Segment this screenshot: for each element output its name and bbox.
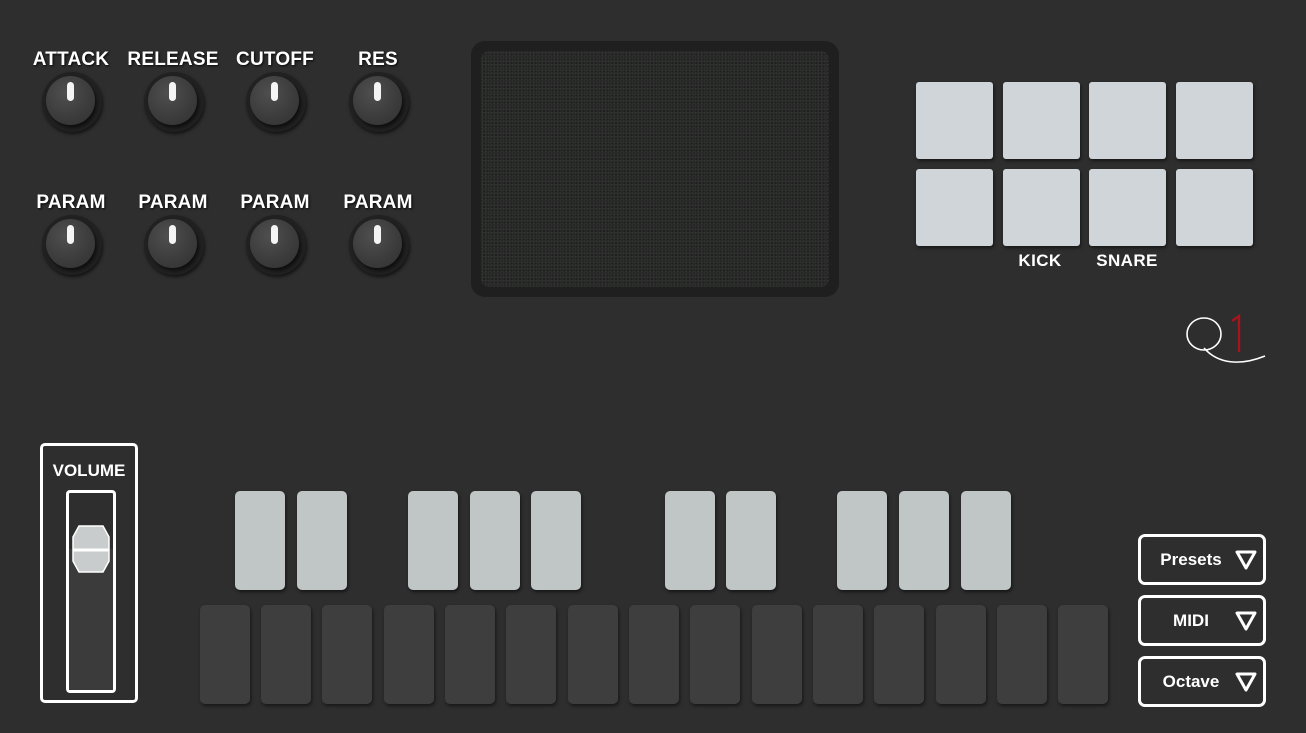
- pad-label-snare: SNARE: [1096, 251, 1158, 270]
- knob-label: PARAM: [36, 192, 106, 213]
- drum-pad-2[interactable]: [1003, 82, 1080, 159]
- knob-res[interactable]: RES: [328, 49, 428, 159]
- black-key-3[interactable]: [408, 491, 458, 590]
- knob-label: RELEASE: [127, 49, 219, 70]
- knob-attack[interactable]: ATTACK: [21, 49, 121, 159]
- white-key-10[interactable]: [752, 605, 802, 704]
- drum-pad-8[interactable]: [1176, 169, 1253, 246]
- xy-pad-surface[interactable]: [481, 51, 829, 287]
- knob-pointer: [374, 82, 381, 101]
- white-key-9[interactable]: [690, 605, 740, 704]
- octave-label: Octave: [1162, 672, 1220, 691]
- white-key-8[interactable]: [629, 605, 679, 704]
- octave-dropdown[interactable]: Octave: [1138, 656, 1266, 707]
- knob-cap: [250, 76, 299, 125]
- xy-pad[interactable]: [471, 41, 839, 297]
- triangle-down-icon: [1235, 550, 1257, 570]
- param-knob[interactable]: [349, 215, 409, 275]
- knob-pointer: [67, 225, 74, 244]
- volume-thumb[interactable]: [72, 524, 110, 573]
- white-key-7[interactable]: [568, 605, 618, 704]
- black-key-7[interactable]: [726, 491, 776, 590]
- drum-pad-5[interactable]: [916, 169, 993, 246]
- white-key-15[interactable]: [1058, 605, 1108, 704]
- black-key-6[interactable]: [665, 491, 715, 590]
- black-key-9[interactable]: [899, 491, 949, 590]
- knob-cap: [353, 76, 402, 125]
- knob-param-2[interactable]: PARAM: [123, 192, 223, 302]
- midi-label: MIDI: [1173, 611, 1209, 630]
- knob-pointer: [271, 225, 278, 244]
- cutoff-knob[interactable]: [246, 72, 306, 132]
- white-key-5[interactable]: [445, 605, 495, 704]
- volume-label: VOLUME: [52, 461, 126, 480]
- param-knob[interactable]: [246, 215, 306, 275]
- triangle-down-icon: [1235, 672, 1257, 692]
- knob-pointer: [67, 82, 74, 101]
- knob-cutoff[interactable]: CUTOFF: [225, 49, 325, 159]
- attack-knob[interactable]: [42, 72, 102, 132]
- drum-pad-1[interactable]: [916, 82, 993, 159]
- black-key-4[interactable]: [470, 491, 520, 590]
- white-key-11[interactable]: [813, 605, 863, 704]
- white-key-1[interactable]: [200, 605, 250, 704]
- knob-label: RES: [358, 49, 398, 70]
- q1-logo: [1186, 313, 1266, 363]
- knob-cap: [250, 219, 299, 268]
- knob-cap: [148, 76, 197, 125]
- presets-label: Presets: [1160, 550, 1222, 569]
- knob-cap: [46, 76, 95, 125]
- black-key-2[interactable]: [297, 491, 347, 590]
- volume-fader-panel: VOLUME: [40, 443, 138, 703]
- white-key-3[interactable]: [322, 605, 372, 704]
- knob-param-1[interactable]: PARAM: [21, 192, 121, 302]
- synth-panel: ATTACK RELEASE CUTOFF RES PARAM PARAM PA…: [0, 0, 1306, 733]
- param-knob[interactable]: [42, 215, 102, 275]
- knob-label: PARAM: [343, 192, 413, 213]
- drum-pad-3[interactable]: [1089, 82, 1166, 159]
- volume-slider[interactable]: [66, 490, 116, 693]
- knob-pointer: [169, 82, 176, 101]
- white-key-6[interactable]: [506, 605, 556, 704]
- knob-cap: [148, 219, 197, 268]
- knob-release[interactable]: RELEASE: [123, 49, 223, 159]
- black-key-10[interactable]: [961, 491, 1011, 590]
- black-key-5[interactable]: [531, 491, 581, 590]
- knob-label: ATTACK: [32, 49, 110, 70]
- black-key-1[interactable]: [235, 491, 285, 590]
- white-key-14[interactable]: [997, 605, 1047, 704]
- black-key-8[interactable]: [837, 491, 887, 590]
- knob-pointer: [169, 225, 176, 244]
- knob-pointer: [271, 82, 278, 101]
- param-knob[interactable]: [144, 215, 204, 275]
- white-key-2[interactable]: [261, 605, 311, 704]
- knob-label: PARAM: [138, 192, 208, 213]
- knob-pointer: [374, 225, 381, 244]
- drum-pad-kick[interactable]: [1003, 169, 1080, 246]
- white-key-12[interactable]: [874, 605, 924, 704]
- pad-label-kick: KICK: [1018, 251, 1062, 270]
- knob-cap: [353, 219, 402, 268]
- res-knob[interactable]: [349, 72, 409, 132]
- drum-pad-snare[interactable]: [1089, 169, 1166, 246]
- drum-pad-4[interactable]: [1176, 82, 1253, 159]
- knob-label: CUTOFF: [236, 49, 314, 70]
- white-key-13[interactable]: [936, 605, 986, 704]
- knob-cap: [46, 219, 95, 268]
- presets-dropdown[interactable]: Presets: [1138, 534, 1266, 585]
- knob-param-4[interactable]: PARAM: [328, 192, 428, 302]
- knob-label: PARAM: [240, 192, 310, 213]
- triangle-down-icon: [1235, 611, 1257, 631]
- knob-param-3[interactable]: PARAM: [225, 192, 325, 302]
- midi-dropdown[interactable]: MIDI: [1138, 595, 1266, 646]
- white-key-4[interactable]: [384, 605, 434, 704]
- release-knob[interactable]: [144, 72, 204, 132]
